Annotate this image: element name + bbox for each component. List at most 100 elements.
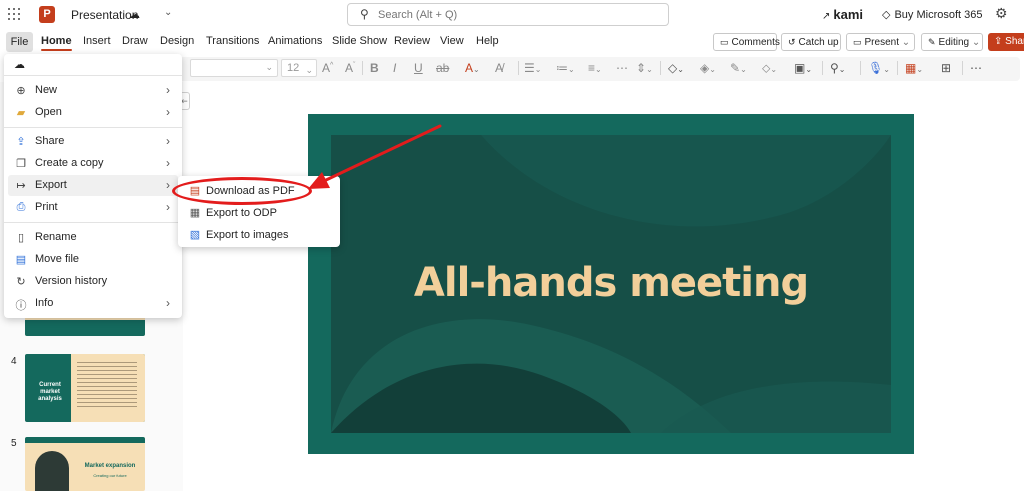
dictate-icon[interactable]: 🎙︎⌄ xyxy=(868,61,890,75)
editing-mode-button[interactable]: ✎ Editing ⌄ xyxy=(921,33,983,51)
menu-item-share[interactable]: ⇪ Share › xyxy=(8,131,178,152)
folder-icon: ▰ xyxy=(16,107,26,119)
slide-title[interactable]: All-hands meeting xyxy=(331,260,891,306)
menu-item-info[interactable]: ⓘ Info › xyxy=(8,293,178,314)
menu-divider xyxy=(4,222,182,223)
gear-icon[interactable]: ⚙ xyxy=(995,5,1008,22)
font-color-icon[interactable]: A⌄ xyxy=(465,61,480,75)
chevron-down-icon[interactable]: ⌄ xyxy=(164,7,172,18)
arrange-icon[interactable]: ⬦⌄ xyxy=(762,61,777,76)
catch-up-button[interactable]: ↺ Catch up xyxy=(781,33,841,51)
present-button[interactable]: ▭ Present ⌄ xyxy=(846,33,915,51)
menu-item-export[interactable]: ↦ Export › xyxy=(8,175,178,196)
numbering-icon[interactable]: ≔⌄ xyxy=(556,61,575,75)
strikethrough-icon[interactable]: ab xyxy=(436,61,449,75)
font-family-select[interactable]: ⌄ xyxy=(190,59,278,77)
export-icon: ↦ xyxy=(16,180,26,192)
odp-icon: ▦ xyxy=(189,207,201,219)
font-size-select[interactable]: 12 ⌄ xyxy=(281,59,317,77)
slide-thumbnail-5[interactable]: Market expansion Creating our future xyxy=(25,437,145,491)
cloud-sync-icon: ☁ xyxy=(14,59,25,71)
shapes-icon[interactable]: ◇⌄ xyxy=(668,61,684,75)
menu-item-open[interactable]: ▰ Open › xyxy=(8,102,178,123)
thumbnail-band xyxy=(25,437,145,443)
plus-circle-icon: ⊕ xyxy=(16,85,26,97)
italic-icon[interactable]: I xyxy=(393,61,396,75)
tab-help[interactable]: Help xyxy=(476,35,499,47)
tab-home[interactable]: Home xyxy=(41,35,72,51)
history-icon: ↻ xyxy=(16,276,26,288)
ribbon-divider xyxy=(660,61,661,75)
search-icon: ⚲ xyxy=(360,7,369,21)
line-spacing-icon[interactable]: ⇕⌄ xyxy=(636,61,653,75)
designer-icon[interactable]: ▦⌄ xyxy=(905,61,923,75)
tab-file[interactable]: File xyxy=(6,32,33,52)
menu-item-print[interactable]: ⎙ Print › xyxy=(8,197,178,218)
align-icon[interactable]: ≡⌄ xyxy=(588,61,602,75)
copy-icon: ❐ xyxy=(16,158,26,170)
thumbnail-band xyxy=(25,320,145,336)
add-ins-icon[interactable]: ⊞ xyxy=(941,61,951,75)
find-icon[interactable]: ⚲⌄ xyxy=(830,61,846,75)
print-icon: ⎙ xyxy=(16,201,26,213)
tab-draw[interactable]: Draw xyxy=(122,35,148,47)
kami-extension[interactable]: ↗ kami xyxy=(822,7,863,22)
clear-formatting-icon[interactable]: A̸ xyxy=(495,61,503,75)
shape-outline-icon[interactable]: ✎⌄ xyxy=(730,61,747,75)
tab-transitions[interactable]: Transitions xyxy=(206,35,259,47)
decrease-font-icon[interactable]: Aˇ xyxy=(345,61,355,75)
chevron-down-icon: ⌄ xyxy=(265,62,273,72)
tab-insert[interactable]: Insert xyxy=(83,35,111,47)
pencil-icon: ✎ xyxy=(928,37,936,47)
menu-item-export-images[interactable]: ▧ Export to images xyxy=(182,225,336,245)
buy-label: Buy Microsoft 365 xyxy=(894,9,983,21)
current-slide[interactable]: All-hands meeting xyxy=(308,114,914,454)
tab-slide-show[interactable]: Slide Show xyxy=(332,35,387,47)
menu-item-create-copy[interactable]: ❐ Create a copy › xyxy=(8,153,178,174)
slide-number: 4 xyxy=(11,356,17,367)
file-menu: ☁ ⊕ New › ▰ Open › ⇪ Share › ❐ Create a … xyxy=(4,54,182,318)
thumbnail-text-lines xyxy=(77,362,137,410)
slide-thumbnail-4[interactable]: Current market analysis xyxy=(25,354,145,422)
tab-view[interactable]: View xyxy=(440,35,464,47)
comment-icon: ▭ xyxy=(720,37,729,47)
cloud-sync-icon: ☁ xyxy=(129,9,140,21)
more-options-icon[interactable]: ⋯ xyxy=(970,61,982,75)
quick-styles-icon[interactable]: ▣⌄ xyxy=(794,61,812,75)
ribbon-divider xyxy=(962,61,963,75)
tab-review[interactable]: Review xyxy=(394,35,430,47)
share-icon: ⇪ xyxy=(16,136,26,148)
thumbnail-image xyxy=(35,451,69,491)
menu-item-rename[interactable]: ▯ Rename xyxy=(8,227,178,248)
comments-button[interactable]: ▭ Comments xyxy=(713,33,780,51)
annotation-highlight-ellipse xyxy=(172,177,312,205)
tab-animations[interactable]: Animations xyxy=(268,35,322,47)
thumbnail-subtitle: Creating our future xyxy=(93,473,127,478)
app-launcher-icon[interactable] xyxy=(8,8,20,20)
search-box[interactable]: ⚲ xyxy=(347,3,669,26)
increase-font-icon[interactable]: A^ xyxy=(322,61,333,75)
menu-item-new[interactable]: ⊕ New › xyxy=(8,80,178,101)
menu-item-move-file[interactable]: ▤ Move file xyxy=(8,249,178,270)
info-icon: ⓘ xyxy=(15,300,27,312)
shape-fill-icon[interactable]: ◈⌄ xyxy=(700,61,716,75)
buy-microsoft-365-link[interactable]: ◇ Buy Microsoft 365 xyxy=(882,8,983,21)
chevron-right-icon: › xyxy=(166,105,170,119)
bullets-icon[interactable]: ☰⌄ xyxy=(524,61,541,75)
menu-item-export-odp[interactable]: ▦ Export to ODP xyxy=(182,203,336,223)
menu-bar: File Home Insert Draw Design Transitions… xyxy=(0,30,1024,54)
slide-inner-panel: All-hands meeting xyxy=(331,135,891,433)
tab-design[interactable]: Design xyxy=(160,35,194,47)
share-button[interactable]: ⇪ Share xyxy=(988,33,1024,51)
chevron-right-icon: › xyxy=(166,83,170,97)
underline-icon[interactable]: U xyxy=(414,61,423,75)
search-input[interactable] xyxy=(378,6,658,23)
more-paragraph-icon[interactable]: ⋯ xyxy=(616,61,628,75)
ribbon-divider xyxy=(897,61,898,75)
ribbon-divider xyxy=(860,61,861,75)
menu-item-version-history[interactable]: ↻ Version history xyxy=(8,271,178,292)
thumbnail-content-box xyxy=(71,354,145,422)
chevron-right-icon: › xyxy=(166,178,170,192)
menu-divider xyxy=(4,127,182,128)
bold-icon[interactable]: B xyxy=(370,61,379,75)
